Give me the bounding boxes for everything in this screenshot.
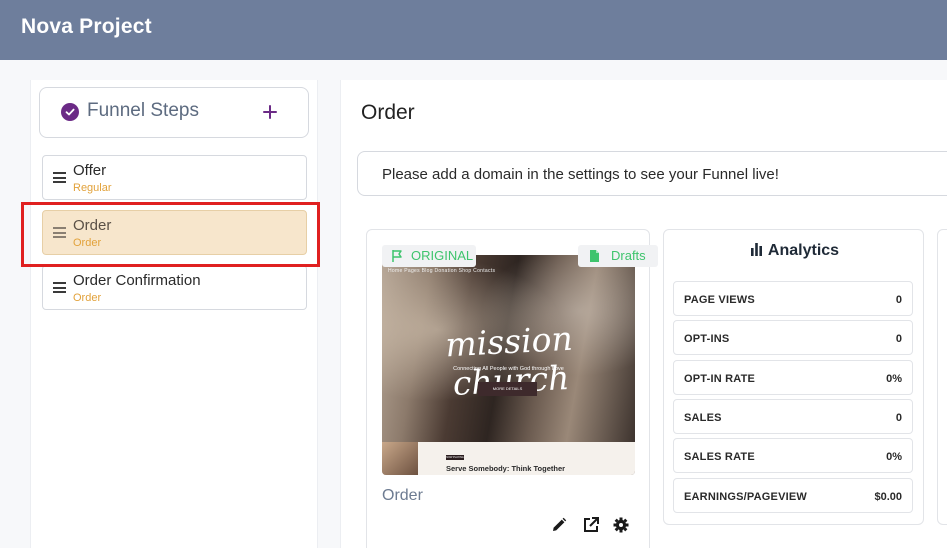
selection-highlight (21, 202, 320, 267)
metric-opt-in-rate: OPT-IN RATE 0% (673, 360, 913, 395)
step-item-order-confirmation[interactable]: Order Confirmation Order (42, 265, 307, 310)
funnel-steps-title: Funnel Steps (87, 100, 199, 121)
step-type: Order (73, 292, 102, 304)
metric-page-views: PAGE VIEWS 0 (673, 281, 913, 316)
metric-value: 0 (895, 294, 902, 306)
page-card-actions (550, 516, 640, 536)
metric-value: 0 (895, 412, 902, 424)
metric-label: SALES (684, 412, 722, 424)
thumbnail-badge: NOW PLAYING (446, 455, 464, 460)
metric-value: 0% (886, 451, 902, 463)
metric-sales: SALES 0 (673, 399, 913, 434)
thumbnail-more-button: MORE DETAILS (478, 382, 537, 396)
metric-value: 0% (886, 373, 902, 385)
step-name: Offer (73, 162, 107, 179)
step-name: Order Confirmation (73, 272, 201, 289)
thumbnail-badge-text: NOW PLAYING (446, 456, 464, 459)
analytics-title: Analytics (767, 242, 840, 259)
drag-handle-icon[interactable] (53, 172, 66, 183)
plus-icon (263, 105, 277, 119)
notice-text: Please add a domain in the settings to s… (382, 166, 779, 183)
bar-chart-icon (750, 243, 762, 256)
analytics-header: Analytics (664, 242, 925, 260)
original-tag-label: ORIGINAL (411, 248, 474, 263)
step-item-offer[interactable]: Offer Regular (42, 155, 307, 200)
metric-label: EARNINGS/PAGEVIEW (684, 491, 807, 503)
app-title: Nova Project (21, 15, 152, 38)
pencil-icon (553, 517, 567, 531)
check-circle-icon (61, 103, 79, 121)
metric-label: SALES RATE (684, 451, 755, 463)
thumbnail-nav: Home Pages Blog Donation Shop Contacts (388, 268, 496, 274)
top-bar: Nova Project (0, 0, 947, 60)
funnel-steps-header: Funnel Steps (39, 87, 309, 138)
edit-button[interactable] (550, 516, 568, 534)
page-card-name: Order (382, 487, 423, 504)
thumbnail-mini-photo (382, 442, 418, 475)
add-step-button[interactable] (259, 98, 281, 126)
metric-label: OPT-IN RATE (684, 373, 756, 385)
metric-value: $0.00 (874, 491, 902, 503)
thumbnail-tagline: Connecting All People with God through L… (453, 366, 564, 372)
metric-value: 0 (895, 333, 902, 345)
drafts-tag[interactable]: Drafts (578, 245, 658, 267)
metric-label: PAGE VIEWS (684, 294, 755, 306)
metric-earnings-per-pageview: EARNINGS/PAGEVIEW $0.00 (673, 478, 913, 513)
original-tag[interactable]: ORIGINAL (382, 245, 476, 267)
page-settings-button[interactable] (612, 516, 630, 534)
drag-handle-icon[interactable] (53, 282, 66, 293)
domain-notice: Please add a domain in the settings to s… (357, 151, 947, 196)
metric-sales-rate: SALES RATE 0% (673, 438, 913, 473)
analytics-panel: Analytics PAGE VIEWS 0 OPT-INS 0 OPT-IN … (663, 229, 924, 525)
document-icon (590, 250, 599, 262)
flag-icon (392, 250, 402, 262)
gear-icon (613, 517, 629, 533)
page-preview-card: Home Pages Blog Donation Shop Contacts m… (366, 229, 658, 548)
page-title: Order (361, 101, 415, 124)
metric-label: OPT-INS (684, 333, 730, 345)
drafts-tag-label: Drafts (611, 248, 646, 263)
next-panel-edge (937, 229, 947, 525)
external-link-icon (584, 517, 599, 532)
thumbnail-headline: Serve Somebody: Think Together (446, 464, 566, 473)
main-panel: Order Please add a domain in the setting… (340, 80, 947, 548)
page-thumbnail[interactable]: Home Pages Blog Donation Shop Contacts m… (382, 255, 635, 475)
metric-opt-ins: OPT-INS 0 (673, 320, 913, 355)
funnel-steps-sidebar: Funnel Steps Offer Regular Order Order O… (30, 80, 318, 548)
step-type: Regular (73, 182, 112, 194)
open-page-button[interactable] (582, 516, 600, 534)
